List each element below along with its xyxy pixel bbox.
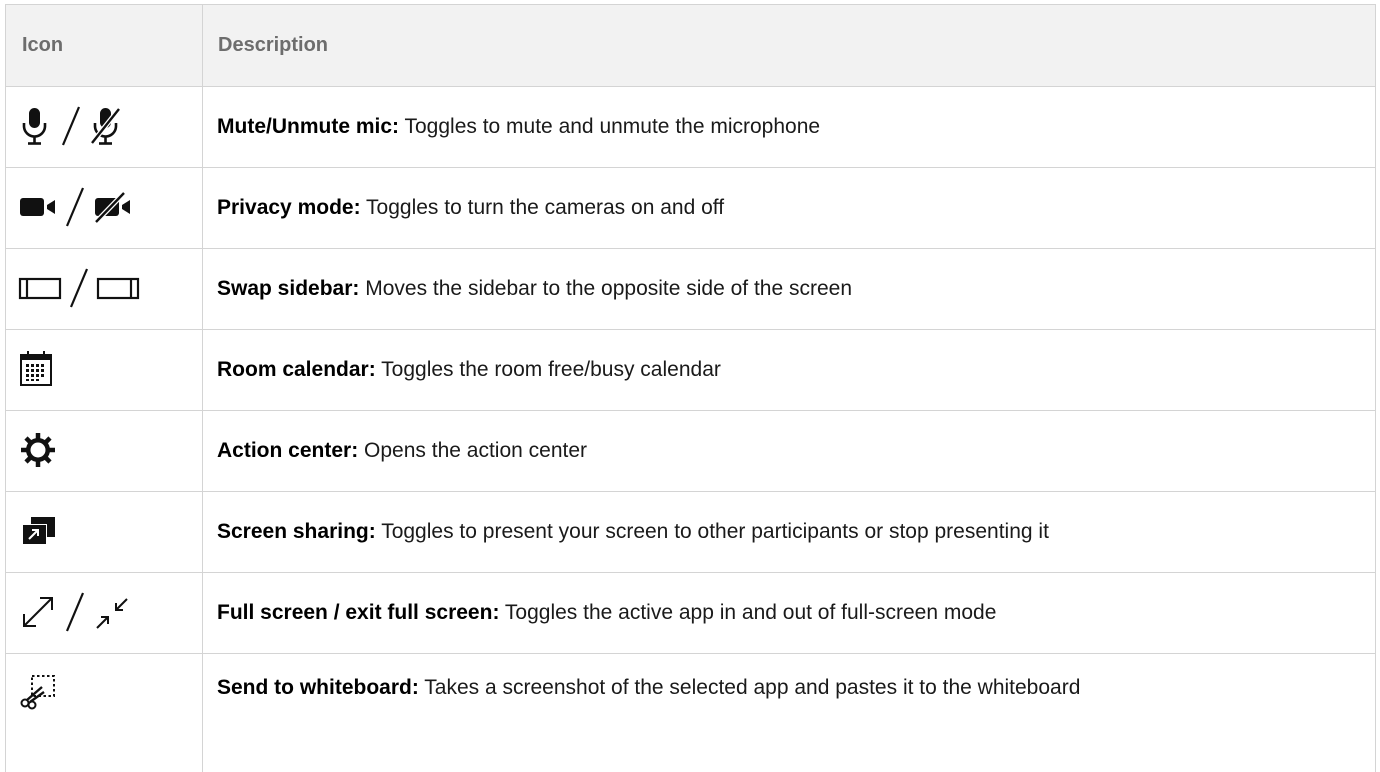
description-cell: Screen sharing: Toggles to present your …: [203, 492, 1376, 573]
snip-icon: [18, 670, 58, 710]
fullscreen-icon: [18, 592, 58, 632]
row-text: Takes a screenshot of the selected app a…: [424, 676, 1080, 699]
slash-divider: [64, 590, 86, 634]
table-header-row: Icon Description: [6, 5, 1376, 87]
row-title: Send to whiteboard:: [217, 676, 419, 699]
calendar-icon: [18, 349, 54, 389]
gear-icon: [18, 430, 58, 470]
description-cell: Mute/Unmute mic: Toggles to mute and unm…: [203, 87, 1376, 168]
row-text: Moves the sidebar to the opposite side o…: [365, 277, 852, 300]
slash-divider: [68, 266, 90, 310]
slash-divider: [64, 185, 86, 229]
table-row: Mute/Unmute mic: Toggles to mute and unm…: [6, 87, 1376, 168]
sidebar-left-icon: [18, 268, 62, 308]
description-cell: Room calendar: Toggles the room free/bus…: [203, 330, 1376, 411]
row-title: Screen sharing:: [217, 520, 376, 543]
row-title: Swap sidebar:: [217, 277, 359, 300]
icon-cell: [6, 654, 203, 772]
table-row: Room calendar: Toggles the room free/bus…: [6, 330, 1376, 411]
row-title: Full screen / exit full screen:: [217, 601, 499, 624]
row-text: Opens the action center: [364, 439, 587, 462]
row-title: Mute/Unmute mic:: [217, 115, 399, 138]
row-title: Action center:: [217, 439, 358, 462]
slash-divider: [60, 104, 82, 148]
description-cell: Swap sidebar: Moves the sidebar to the o…: [203, 249, 1376, 330]
mic-icon: [18, 106, 54, 146]
icon-cell: [6, 87, 203, 168]
row-title: Privacy mode:: [217, 196, 361, 219]
icon-cell: [6, 573, 203, 654]
icon-cell: [6, 249, 203, 330]
row-text: Toggles the active app in and out of ful…: [505, 601, 996, 624]
table-row: Swap sidebar: Moves the sidebar to the o…: [6, 249, 1376, 330]
screen-share-icon: [18, 511, 58, 551]
table-row: Privacy mode: Toggles to turn the camera…: [6, 168, 1376, 249]
sidebar-right-icon: [96, 268, 140, 308]
row-title: Room calendar:: [217, 358, 376, 381]
header-icon: Icon: [6, 5, 203, 87]
table-row: Full screen / exit full screen: Toggles …: [6, 573, 1376, 654]
icon-cell: [6, 411, 203, 492]
row-text: Toggles the room free/busy calendar: [381, 358, 721, 381]
row-text: Toggles to turn the cameras on and off: [366, 196, 724, 219]
mic-off-icon: [88, 106, 124, 146]
row-text: Toggles to present your screen to other …: [381, 520, 1049, 543]
camera-off-icon: [92, 187, 134, 227]
camera-icon: [18, 187, 58, 227]
description-cell: Send to whiteboard: Takes a screenshot o…: [203, 654, 1376, 772]
table-row: Send to whiteboard: Takes a screenshot o…: [6, 654, 1376, 772]
exit-fullscreen-icon: [92, 592, 132, 632]
table-row: Screen sharing: Toggles to present your …: [6, 492, 1376, 573]
icon-cell: [6, 168, 203, 249]
header-description: Description: [203, 5, 1376, 87]
icon-cell: [6, 330, 203, 411]
table-row: Action center: Opens the action center: [6, 411, 1376, 492]
description-cell: Full screen / exit full screen: Toggles …: [203, 573, 1376, 654]
row-text: Toggles to mute and unmute the microphon…: [404, 115, 820, 138]
description-cell: Privacy mode: Toggles to turn the camera…: [203, 168, 1376, 249]
icon-cell: [6, 492, 203, 573]
description-cell: Action center: Opens the action center: [203, 411, 1376, 492]
icon-reference-table: Icon Description: [5, 4, 1376, 772]
